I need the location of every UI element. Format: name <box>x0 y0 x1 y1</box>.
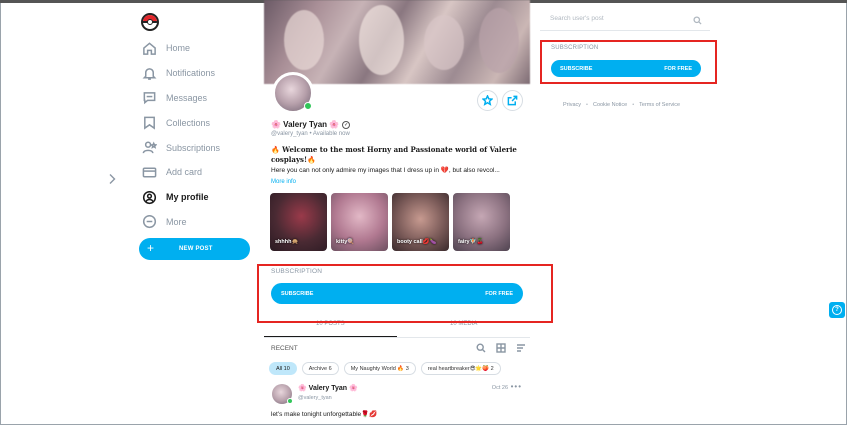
share-button[interactable] <box>502 90 523 111</box>
highlight-box-right-subscription <box>540 40 717 84</box>
post-more-icon[interactable]: ••• <box>511 382 522 391</box>
chevron-right-icon[interactable] <box>107 172 117 184</box>
sidebar-item-label: Add card <box>166 167 203 178</box>
sidebar-item-add-card[interactable]: Add card <box>142 160 262 185</box>
terms-link[interactable]: Terms of Service <box>639 102 680 108</box>
search-icon[interactable] <box>476 343 486 353</box>
help-button[interactable]: ? <box>829 302 845 318</box>
profile-avatar[interactable] <box>272 72 314 114</box>
new-post-label: NEW POST <box>179 246 213 252</box>
more-icon <box>142 215 157 229</box>
plus-icon: + <box>147 241 155 255</box>
highlights-row: shhhh🙊 kitty🍭 booty call💋🍆 fairy🧚🏻🍒 <box>270 193 510 251</box>
new-post-button[interactable]: + NEW POST <box>139 238 250 260</box>
profile-main: 🌸 Valery Tyan 🌸 ✓ @valery_tyan • Availab… <box>264 0 530 425</box>
highlight-thumbnail[interactable]: fairy🧚🏻🍒 <box>453 193 510 251</box>
pokeball-logo-icon[interactable] <box>141 13 159 31</box>
highlight-caption: shhhh🙊 <box>275 239 299 245</box>
highlight-caption: fairy🧚🏻🍒 <box>458 239 484 245</box>
post-date: Oct 26 <box>491 385 508 391</box>
share-icon <box>507 95 518 106</box>
feed-tools <box>476 343 526 353</box>
post-author-handle: @valery_tyan <box>298 395 332 401</box>
separator: • <box>586 102 588 108</box>
online-indicator <box>304 102 312 110</box>
sidebar-item-notifications[interactable]: Notifications <box>142 61 262 86</box>
grid-icon[interactable] <box>496 343 506 353</box>
footer-links: Privacy • Cookie Notice • Terms of Servi… <box>563 102 680 108</box>
profile-handle-status: @valery_tyan • Available now <box>271 131 350 137</box>
chip-real-heartbreaker[interactable]: real heartbreaker😎🌟🍑 2 <box>420 362 501 375</box>
post-text: let's make tonight unforgettable🌹💋 <box>271 411 378 418</box>
favorite-button[interactable] <box>477 90 498 111</box>
chip-my-naughty-world[interactable]: My Naughty World 🔥 3 <box>343 362 416 375</box>
bell-icon <box>142 67 157 80</box>
cover-image <box>264 0 530 84</box>
recent-label: RECENT <box>271 345 298 352</box>
feed-filter-chips: All 10 Archive 6 My Naughty World 🔥 3 re… <box>269 362 501 375</box>
highlight-thumbnail[interactable]: shhhh🙊 <box>270 193 327 251</box>
sidebar-item-more[interactable]: More <box>142 210 262 235</box>
sidebar-item-label: Home <box>166 43 191 54</box>
sidebar-item-label: More <box>166 216 187 227</box>
bookmark-icon <box>144 116 155 130</box>
highlight-thumbnail[interactable]: booty call💋🍆 <box>392 193 449 251</box>
more-info-link[interactable]: More info <box>271 179 296 185</box>
bio-line-2: Here you can not only admire my images t… <box>271 167 500 174</box>
verified-icon: ✓ <box>342 120 351 129</box>
post-author-name[interactable]: 🌸 Valery Tyan 🌸 <box>298 384 358 392</box>
help-icon: ? <box>832 305 842 315</box>
user-star-icon <box>142 141 157 154</box>
message-icon <box>143 92 156 105</box>
sidebar-item-my-profile[interactable]: My profile <box>142 185 262 210</box>
frame-edge-left <box>0 3 1 425</box>
sidebar-item-subscriptions[interactable]: Subscriptions <box>142 135 262 160</box>
search-icon[interactable] <box>693 16 702 25</box>
cookie-notice-link[interactable]: Cookie Notice <box>593 102 627 108</box>
online-indicator <box>287 398 293 404</box>
search-input[interactable] <box>550 15 690 22</box>
profile-name-row: 🌸 Valery Tyan 🌸 ✓ <box>271 120 351 129</box>
highlight-caption: booty call💋🍆 <box>397 239 437 245</box>
highlight-thumbnail[interactable]: kitty🍭 <box>331 193 388 251</box>
highlight-box-main-subscription <box>257 264 553 323</box>
post-avatar[interactable] <box>272 384 293 404</box>
sidebar-item-label: Subscriptions <box>166 142 221 153</box>
sidebar-item-home[interactable]: Home <box>142 36 262 61</box>
bio-line-1: 🔥 Welcome to the most Horny and Passiona… <box>271 145 517 164</box>
tabs-divider <box>264 337 530 338</box>
sidebar-nav: Home Notifications Messages Collections … <box>142 36 262 234</box>
privacy-link[interactable]: Privacy <box>563 102 581 108</box>
sidebar-item-collections[interactable]: Collections <box>142 110 262 135</box>
profile-name: 🌸 Valery Tyan 🌸 <box>271 120 340 129</box>
sidebar-item-label: Messages <box>166 92 208 103</box>
sidebar-item-label: My profile <box>166 192 209 203</box>
separator: • <box>632 102 635 108</box>
highlight-caption: kitty🍭 <box>336 239 355 245</box>
sort-icon[interactable] <box>516 343 526 353</box>
search-bar <box>540 11 710 31</box>
star-icon <box>482 95 493 106</box>
chip-archive[interactable]: Archive 6 <box>301 362 339 375</box>
sidebar-item-label: Notifications <box>166 68 216 79</box>
home-icon <box>143 42 156 55</box>
sidebar-item-label: Collections <box>166 117 211 128</box>
sidebar-item-messages[interactable]: Messages <box>142 86 262 111</box>
profile-icon <box>142 190 157 204</box>
chip-all[interactable]: All 10 <box>269 362 297 375</box>
card-icon <box>142 167 157 178</box>
